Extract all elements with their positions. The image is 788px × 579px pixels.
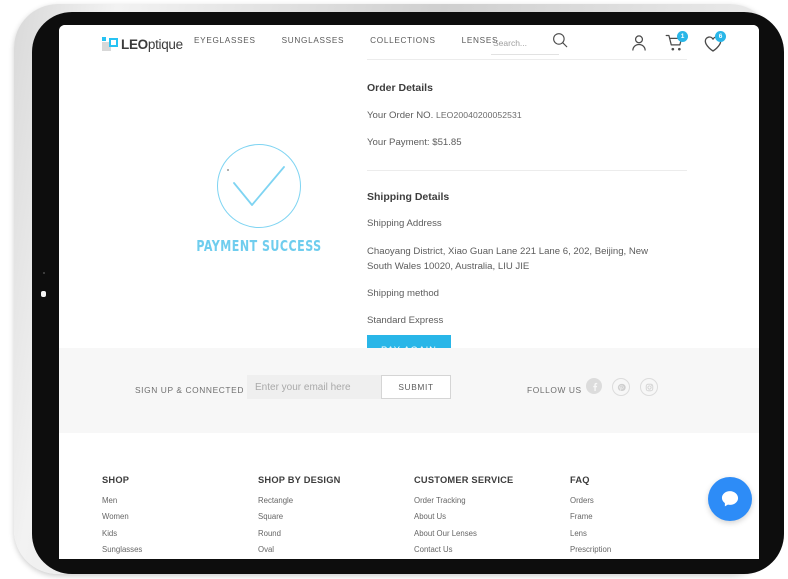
stray-artifact-dot xyxy=(227,169,229,171)
payment-success-block: PAYMENT SUCCESS xyxy=(169,144,349,255)
order-details-title: Order Details xyxy=(367,82,433,94)
newsletter-band: SIGN UP & CONNECTED SUBMIT FOLLOW US xyxy=(59,348,759,434)
shipping-method-value: Standard Express xyxy=(367,315,444,326)
list-item[interactable]: About Us xyxy=(414,512,513,521)
instagram-icon[interactable] xyxy=(640,378,658,396)
list-item[interactable]: Kids xyxy=(102,529,190,538)
nav-item-eyeglasses[interactable]: EYEGLASSES xyxy=(194,36,256,45)
logo-mark-icon xyxy=(102,37,119,52)
shipping-address-label: Shipping Address xyxy=(367,218,442,229)
footer-column-shop: SHOP Men Women Kids Sunglasses Prescript… xyxy=(102,475,190,559)
wishlist-badge: 6 xyxy=(715,31,726,42)
cart-badge: 1 xyxy=(677,31,688,42)
divider-middle xyxy=(367,170,687,171)
check-circle-icon xyxy=(217,144,301,228)
order-details-column: Order Details Your Order NO. LEO20040200… xyxy=(367,59,689,341)
footer-list-shop-by-design: Rectangle Square Round Oval Aviator Cat-… xyxy=(258,496,341,559)
main-content: PAYMENT SUCCESS Order Details Your Order… xyxy=(59,59,759,364)
device-camera-dot xyxy=(43,272,45,274)
divider-top xyxy=(367,59,687,60)
list-item[interactable]: Contact Us xyxy=(414,545,513,554)
nav-item-collections[interactable]: COLLECTIONS xyxy=(370,36,435,45)
list-item[interactable]: Lens xyxy=(570,529,646,538)
footer-column-shop-by-design: SHOP BY DESIGN Rectangle Square Round Ov… xyxy=(258,475,341,559)
list-item[interactable]: Women xyxy=(102,512,190,521)
primary-nav: EYEGLASSES SUNGLASSES COLLECTIONS LENSES xyxy=(194,36,498,45)
list-item[interactable]: Sunglasses xyxy=(102,545,190,554)
device-side-button[interactable] xyxy=(41,291,46,297)
footer-column-customer-service: CUSTOMER SERVICE Order Tracking About Us… xyxy=(414,475,513,559)
shipping-method-label: Shipping method xyxy=(367,288,440,299)
order-number-row: Your Order NO. LEO20040200052531 xyxy=(367,108,689,123)
order-payment-value: $51.85 xyxy=(432,137,462,148)
shipping-address-value: Chaoyang District, Xiao Guan Lane 221 La… xyxy=(367,246,649,272)
newsletter-email-input[interactable] xyxy=(247,375,386,399)
newsletter-label: SIGN UP & CONNECTED xyxy=(135,385,244,395)
account-icon[interactable] xyxy=(629,33,649,53)
search-icon[interactable] xyxy=(551,31,569,49)
list-item[interactable]: Order Tracking xyxy=(414,496,513,505)
order-number-label: Your Order NO. xyxy=(367,110,434,121)
logo-wordmark: LEOptique xyxy=(121,37,183,52)
footer-heading-customer-service: CUSTOMER SERVICE xyxy=(414,475,514,485)
search-field-wrapper xyxy=(491,33,563,55)
header-icon-group: 1 6 xyxy=(629,31,739,55)
pinterest-icon[interactable] xyxy=(612,378,630,396)
logo-wordmark-bold: LEO xyxy=(121,37,148,52)
chat-widget-button[interactable] xyxy=(708,477,752,521)
logo-wordmark-light: ptique xyxy=(147,37,183,52)
list-item[interactable]: Prescription xyxy=(570,545,646,554)
chat-bubble-icon xyxy=(721,491,739,507)
order-payment-row: Your Payment: $51.85 xyxy=(367,136,689,150)
social-icon-group xyxy=(586,378,658,396)
tablet-device-frame: LEOptique EYEGLASSES SUNGLASSES COLLECTI… xyxy=(14,4,784,574)
newsletter-submit-button[interactable]: SUBMIT xyxy=(381,375,451,399)
list-item[interactable]: Round xyxy=(258,529,341,538)
screenshot-root: LEOptique EYEGLASSES SUNGLASSES COLLECTI… xyxy=(0,0,788,579)
footer-heading-shop: SHOP xyxy=(102,475,130,485)
footer-heading-shop-by-design: SHOP BY DESIGN xyxy=(258,475,341,485)
payment-success-label: PAYMENT SUCCESS xyxy=(196,237,322,255)
nav-item-sunglasses[interactable]: SUNGLASSES xyxy=(282,36,345,45)
site-header: LEOptique EYEGLASSES SUNGLASSES COLLECTI… xyxy=(59,25,759,60)
checkmark-icon xyxy=(233,166,285,206)
list-item[interactable]: Orders xyxy=(570,496,646,505)
list-item[interactable]: Rectangle xyxy=(258,496,341,505)
list-item[interactable]: Oval xyxy=(258,545,341,554)
list-item[interactable]: Square xyxy=(258,512,341,521)
footer-heading-faq: FAQ xyxy=(570,475,590,485)
order-payment-label: Your Payment: xyxy=(367,137,430,148)
site-logo[interactable]: LEOptique xyxy=(102,32,183,52)
footer-column-faq: FAQ Orders Frame Lens Prescription Deliv… xyxy=(570,475,646,559)
order-number-value: LEO20040200052531 xyxy=(435,110,522,120)
follow-us-label: FOLLOW US xyxy=(527,385,582,395)
browser-viewport: LEOptique EYEGLASSES SUNGLASSES COLLECTI… xyxy=(59,25,759,559)
list-item[interactable]: Frame xyxy=(570,512,646,521)
shipping-details-title: Shipping Details xyxy=(367,191,450,203)
footer-list-faq: Orders Frame Lens Prescription Delivery … xyxy=(570,496,646,559)
footer-list-customer-service: Order Tracking About Us About Our Lenses… xyxy=(414,496,513,559)
facebook-icon[interactable] xyxy=(586,378,602,394)
list-item[interactable]: Men xyxy=(102,496,190,505)
site-footer: SHOP Men Women Kids Sunglasses Prescript… xyxy=(59,433,759,559)
footer-list-shop: Men Women Kids Sunglasses Prescription S… xyxy=(102,496,190,559)
list-item[interactable]: About Our Lenses xyxy=(414,529,513,538)
